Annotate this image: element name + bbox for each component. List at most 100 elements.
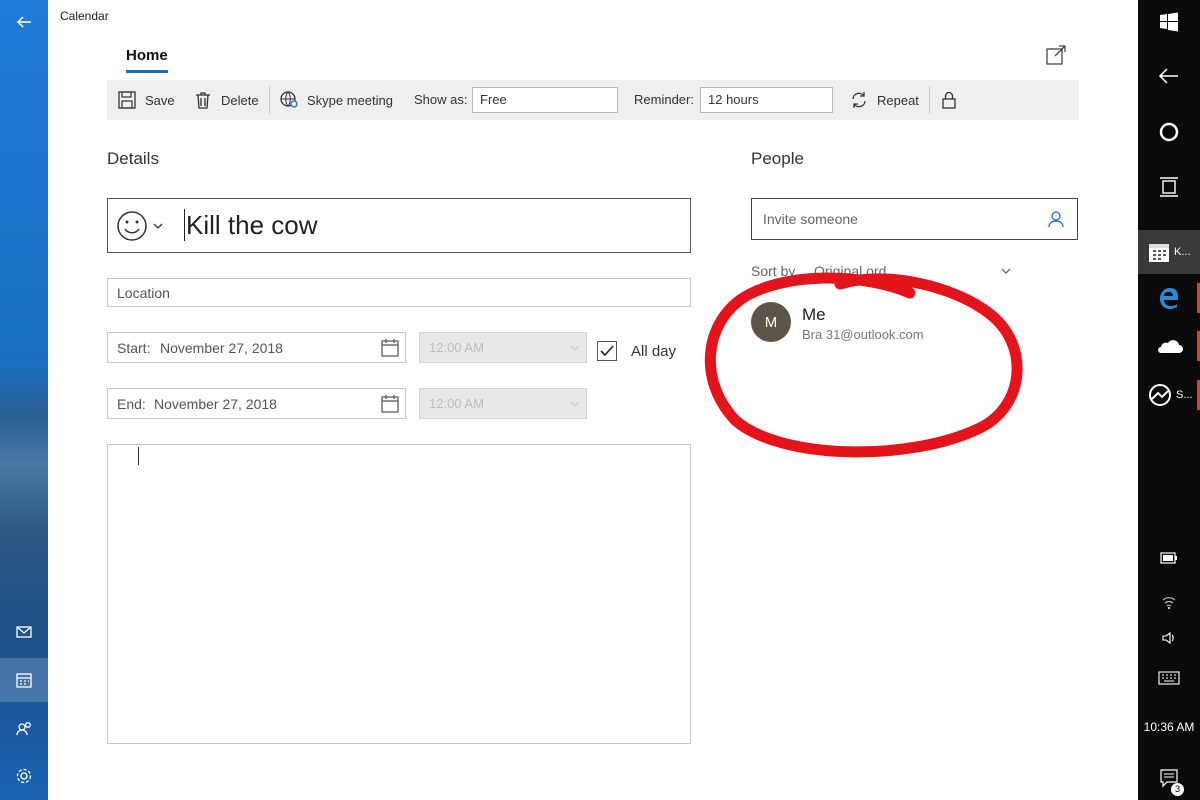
event-title-text: Kill the cow (184, 209, 318, 241)
save-label: Save (145, 92, 175, 108)
notes-editor[interactable] (107, 444, 691, 744)
people-nav-button[interactable] (0, 706, 48, 750)
taskbar-app-label: K... (1174, 246, 1191, 258)
popout-icon[interactable] (1045, 44, 1067, 66)
sort-by-dropdown[interactable]: Original ord (814, 263, 886, 279)
save-icon (118, 91, 136, 109)
sort-by-label: Sort by (751, 263, 796, 279)
all-day-checkbox[interactable] (597, 341, 617, 361)
show-as-label: Show as: (414, 92, 468, 107)
repeat-icon (852, 92, 866, 108)
location-field[interactable]: Location (107, 278, 691, 307)
clock[interactable]: 10:36 AM (1138, 720, 1200, 734)
chevron-down-icon[interactable] (1001, 266, 1011, 276)
tab-active-indicator (126, 70, 168, 73)
repeat-label: Repeat (877, 92, 919, 108)
back-arrow-icon (1158, 68, 1178, 84)
end-label: End: (117, 396, 146, 412)
app-nav-rail (0, 0, 48, 800)
end-time: 12:00 AM (429, 396, 484, 411)
attendee-email: Bra 31@outlook.com (802, 327, 924, 342)
chevron-down-icon (570, 345, 580, 351)
checkmark-icon (600, 345, 614, 357)
windows-taskbar: K... S... 10:36 AM 3 (1138, 0, 1200, 800)
action-center-button[interactable]: 3 (1138, 756, 1200, 800)
taskbar-app-edge[interactable] (1138, 276, 1200, 320)
battery-indicator[interactable] (1138, 536, 1200, 580)
event-title-field[interactable]: Kill the cow (107, 198, 691, 253)
volume-icon (1162, 631, 1174, 645)
end-date-picker[interactable]: End: November 27, 2018 (107, 388, 406, 419)
taskbar-app-onedrive[interactable] (1138, 324, 1200, 368)
person-icon (1048, 211, 1064, 228)
settings-nav-button[interactable] (0, 754, 48, 798)
start-date-picker[interactable]: Start: November 27, 2018 (107, 332, 406, 363)
calendar-icon (1149, 244, 1169, 262)
chevron-down-icon (153, 223, 163, 229)
people-icon (16, 722, 31, 736)
gear-icon (16, 768, 32, 784)
details-heading: Details (107, 149, 159, 168)
reminder-label: Reminder: (634, 92, 694, 107)
mail-nav-button[interactable] (0, 610, 48, 654)
delete-label: Delete (221, 92, 259, 108)
avatar: M (751, 302, 791, 342)
emoji-picker-button[interactable] (116, 209, 172, 243)
tab-home[interactable]: Home (126, 47, 168, 64)
emoji-icon (117, 211, 147, 241)
attendee-name: Me (802, 305, 826, 324)
cortana-button[interactable] (1138, 110, 1200, 154)
task-view-button[interactable] (1138, 165, 1200, 209)
wifi-icon (1162, 597, 1176, 609)
text-cursor (138, 447, 139, 465)
end-date: November 27, 2018 (154, 396, 277, 412)
calendar-icon (16, 673, 32, 688)
start-label: Start: (117, 340, 151, 356)
invite-placeholder: Invite someone (763, 211, 858, 227)
edge-icon (1160, 288, 1178, 309)
reminder-dropdown[interactable]: 12 hours (700, 87, 833, 113)
touch-keyboard-button[interactable] (1138, 656, 1200, 700)
save-button[interactable]: Save (117, 80, 175, 120)
location-placeholder: Location (117, 285, 170, 301)
chevron-down-icon (570, 401, 580, 407)
start-button[interactable] (1138, 0, 1200, 44)
taskbar-app-label: S... (1176, 389, 1193, 401)
app-icon (1149, 384, 1171, 406)
lock-icon (942, 91, 956, 109)
taskbar-app-calendar[interactable]: K... (1138, 230, 1200, 274)
back-button[interactable] (0, 0, 48, 44)
start-time-picker[interactable]: 12:00 AM (419, 332, 587, 363)
start-time: 12:00 AM (429, 340, 484, 355)
battery-icon (1160, 552, 1177, 564)
keyboard-icon (1158, 671, 1180, 685)
people-heading: People (751, 149, 804, 168)
show-as-dropdown[interactable]: Free (472, 87, 618, 113)
notification-badge: 3 (1171, 783, 1184, 796)
skype-icon (280, 91, 298, 108)
toolbar-divider (929, 86, 930, 114)
toolbar-divider (269, 86, 270, 114)
delete-button[interactable]: Delete (193, 80, 259, 120)
end-time-picker[interactable]: 12:00 AM (419, 388, 587, 419)
command-toolbar: Save Delete Skype meeting Show as: Free … (107, 80, 1079, 120)
skype-meeting-button[interactable]: Skype meeting (279, 80, 393, 120)
windows-icon (1160, 12, 1178, 32)
calendar-nav-button[interactable] (0, 658, 48, 702)
taskbar-back-button[interactable] (1138, 54, 1200, 98)
repeat-button[interactable]: Repeat (849, 80, 919, 120)
skype-label: Skype meeting (307, 92, 393, 108)
mail-icon (16, 626, 32, 638)
onedrive-icon (1158, 340, 1183, 353)
app-title: Calendar (60, 9, 109, 23)
all-day-label: All day (631, 343, 677, 360)
volume-indicator[interactable] (1138, 616, 1200, 660)
red-circle-annotation (704, 272, 1023, 458)
private-button[interactable] (939, 80, 959, 120)
back-arrow-icon (16, 16, 31, 28)
cortana-icon (1159, 122, 1179, 142)
calendar-icon (381, 339, 399, 357)
invite-someone-field[interactable]: Invite someone (751, 198, 1078, 240)
taskbar-app-sketch[interactable]: S... (1138, 373, 1200, 417)
task-view-icon (1160, 177, 1178, 197)
